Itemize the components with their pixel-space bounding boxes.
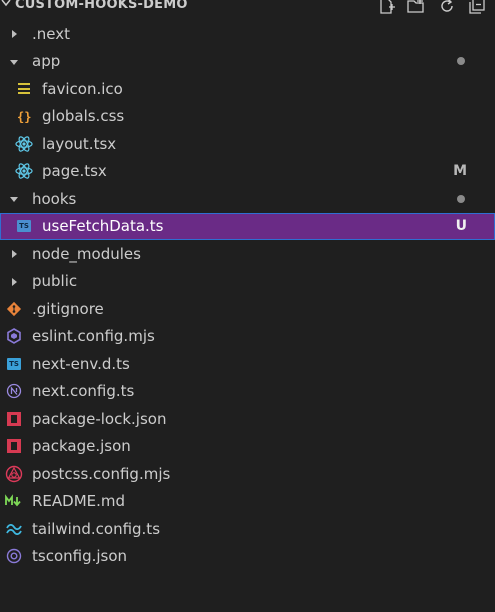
tree-item-package-lock[interactable]: package-lock.json <box>0 405 495 433</box>
tree-item-layout-tsx[interactable]: layout.tsx <box>0 130 495 158</box>
git-icon <box>5 300 23 318</box>
explorer-title[interactable]: CUSTOM-HOOKS-DEMO <box>15 0 188 12</box>
tree-item-label: page.tsx <box>42 162 107 181</box>
explorer-header: CUSTOM-HOOKS-DEMO <box>0 0 495 16</box>
new-folder-icon[interactable] <box>407 0 427 15</box>
favicon-icon <box>15 80 33 98</box>
git-status-badge: U <box>455 218 467 235</box>
tree-item-package-json[interactable]: package.json <box>0 433 495 461</box>
tree-item-label: postcss.config.mjs <box>32 464 171 483</box>
tree-item-label: layout.tsx <box>42 134 117 153</box>
tree-item-label: .next <box>32 24 70 43</box>
tree-item-next-config[interactable]: next.config.ts <box>0 378 495 406</box>
chevron-down-icon[interactable] <box>9 57 19 67</box>
new-file-icon[interactable] <box>377 0 397 15</box>
tree-item-label: tailwind.config.ts <box>32 519 161 538</box>
typescript-icon: TS <box>15 217 33 235</box>
git-status-badge: M <box>453 163 467 180</box>
chevron-right-icon[interactable] <box>9 29 19 39</box>
chevron-right-icon[interactable] <box>9 277 19 287</box>
chevron-down-icon[interactable] <box>9 194 19 204</box>
npm-icon <box>5 437 23 455</box>
tree-item-usefetchdata-ts[interactable]: TS useFetchData.ts U <box>0 212 495 240</box>
tree-item-eslint-config[interactable]: eslint.config.mjs <box>0 323 495 351</box>
tree-item-next-env-dts[interactable]: TS next-env.d.ts <box>0 350 495 378</box>
explorer-toolbar <box>377 0 487 15</box>
tree-item-label: .gitignore <box>32 299 104 318</box>
tailwind-icon <box>5 520 23 538</box>
chevron-right-icon[interactable] <box>9 249 19 259</box>
tree-item-postcss-config[interactable]: postcss.config.mjs <box>0 460 495 488</box>
tree-item-label: app <box>32 52 61 71</box>
tree-item-label: next.config.ts <box>32 382 135 401</box>
modified-dot-icon <box>457 57 465 66</box>
tree-item-tsconfig[interactable]: tsconfig.json <box>0 543 495 571</box>
tree-item-readme[interactable]: README.md <box>0 488 495 516</box>
tree-item-public-folder[interactable]: public <box>0 268 495 296</box>
typescript-def-icon: TS <box>5 355 23 373</box>
eslint-icon <box>5 327 23 345</box>
tree-item-label: globals.css <box>42 107 125 126</box>
tree-item-label: package.json <box>32 437 131 456</box>
css-icon: {} <box>15 107 33 125</box>
tree-item-label: README.md <box>32 492 126 511</box>
tree-item-globals-css[interactable]: {} globals.css <box>0 103 495 131</box>
tsconfig-icon <box>5 547 23 565</box>
tree-item-node-modules-folder[interactable]: node_modules <box>0 240 495 268</box>
tree-item-label: eslint.config.mjs <box>32 327 155 346</box>
tree-item-label: useFetchData.ts <box>42 217 164 236</box>
tree-item-app-folder[interactable]: app <box>0 48 495 76</box>
postcss-icon <box>5 465 23 483</box>
tree-item-label: next-env.d.ts <box>32 354 130 373</box>
tree-item-label: hooks <box>32 189 77 208</box>
tree-item-label: favicon.ico <box>42 79 123 98</box>
tree-item-favicon[interactable]: favicon.ico <box>0 75 495 103</box>
modified-dot-icon <box>457 194 465 203</box>
tree-item-label: tsconfig.json <box>32 547 128 566</box>
react-icon <box>15 135 33 153</box>
chevron-down-icon[interactable] <box>0 0 12 10</box>
react-icon <box>15 162 33 180</box>
svg-text:{}: {} <box>17 110 31 124</box>
tree-item-label: node_modules <box>32 244 141 263</box>
markdown-icon <box>5 492 23 510</box>
refresh-icon[interactable] <box>437 0 457 15</box>
tree-item-page-tsx[interactable]: page.tsx M <box>0 158 495 186</box>
tree-item-label: public <box>32 272 78 291</box>
collapse-all-icon[interactable] <box>467 0 487 15</box>
nextjs-icon <box>5 382 23 400</box>
npm-icon <box>5 410 23 428</box>
tree-item-hooks-folder[interactable]: hooks <box>0 185 495 213</box>
tree-item-next-folder[interactable]: .next <box>0 20 495 48</box>
tree-item-tailwind-config[interactable]: tailwind.config.ts <box>0 515 495 543</box>
tree-item-gitignore[interactable]: .gitignore <box>0 295 495 323</box>
tree-item-label: package-lock.json <box>32 409 167 428</box>
file-tree: .next app favicon.ico {} globals.css lay… <box>0 20 495 570</box>
